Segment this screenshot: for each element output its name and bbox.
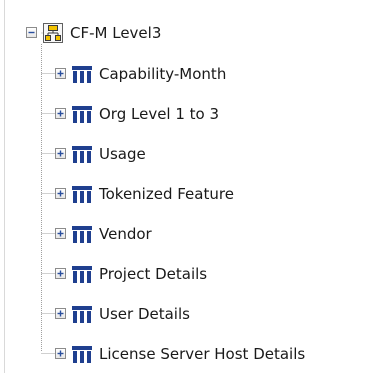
collapse-icon[interactable] [26, 27, 37, 38]
tree-node-label: License Server Host Details [99, 345, 306, 363]
expand-icon[interactable] [55, 228, 66, 239]
hierarchy-folder-icon [43, 23, 63, 43]
tree-node-label: CF-M Level3 [70, 24, 162, 42]
dimension-icon [72, 304, 92, 324]
tree-node-label: Vendor [99, 225, 152, 243]
dimension-icon [72, 264, 92, 284]
tree-node-label: Capability-Month [99, 65, 227, 83]
tree-node-label: Project Details [99, 265, 208, 283]
expand-icon[interactable] [55, 268, 66, 279]
dimension-icon [72, 344, 92, 364]
tree-node-usage[interactable]: Usage [0, 143, 320, 165]
tree-node-label: User Details [99, 305, 190, 323]
dimension-icon [72, 64, 92, 84]
dimension-icon [72, 104, 92, 124]
tree-node-user-details[interactable]: User Details [0, 303, 320, 325]
tree-node-root[interactable]: CF-M Level3 [0, 22, 200, 44]
expand-icon[interactable] [55, 108, 66, 119]
tree-node-capability-month[interactable]: Capability-Month [0, 63, 320, 85]
tree-node-tokenized-feature[interactable]: Tokenized Feature [0, 183, 320, 205]
expand-icon[interactable] [55, 308, 66, 319]
expand-icon[interactable] [55, 348, 66, 359]
tree-node-label: Org Level 1 to 3 [99, 105, 220, 123]
dimension-icon [72, 144, 92, 164]
tree-node-label: Usage [99, 145, 146, 163]
tree-node-vendor[interactable]: Vendor [0, 223, 320, 245]
tree-view: CF-M Level3 Capability-Month Org Level 1… [0, 0, 385, 373]
dimension-icon [72, 224, 92, 244]
tree-node-org-level[interactable]: Org Level 1 to 3 [0, 103, 320, 125]
expand-icon[interactable] [55, 68, 66, 79]
tree-node-project-details[interactable]: Project Details [0, 263, 320, 285]
expand-icon[interactable] [55, 188, 66, 199]
tree-node-label: Tokenized Feature [99, 185, 234, 203]
tree-node-license-server-host-details[interactable]: License Server Host Details [0, 343, 380, 365]
dimension-icon [72, 184, 92, 204]
expand-icon[interactable] [55, 148, 66, 159]
